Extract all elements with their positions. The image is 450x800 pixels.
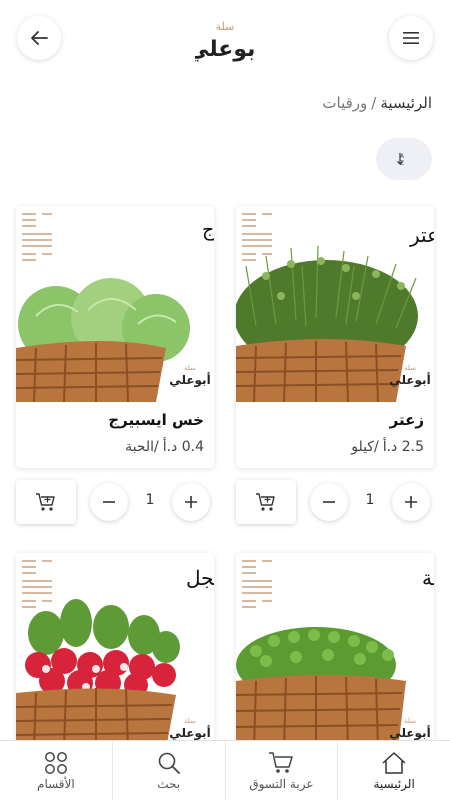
product-image: زعتر أبوعلي سلة (236, 206, 434, 402)
minus-icon (103, 501, 115, 503)
price-value: 2.5 د.أ (382, 439, 424, 455)
nav-cart[interactable]: عربة التسوق (224, 741, 338, 800)
breadcrumb-separator: / (371, 94, 377, 112)
home-icon (382, 751, 406, 774)
breadcrumb: الرئيسية / ورقيات (322, 94, 432, 112)
bottom-navigation: الرئيسية عربة التسوق بحث الأقسام (0, 740, 450, 800)
plus-icon (405, 496, 417, 508)
product-card[interactable]: زعتر أبوعلي سلة زعتر (236, 206, 434, 468)
svg-text:سلة: سلة (184, 717, 196, 725)
nav-home[interactable]: الرئيسية (337, 741, 450, 800)
product-image-label: فجل (186, 566, 214, 590)
nav-categories-label: الأقسام (37, 776, 75, 791)
product-name: زعتر (389, 411, 424, 429)
product-image: خس ايسبرج أبوعلي سلة (16, 206, 214, 402)
svg-text:أبوعلي: أبوعلي (389, 725, 430, 741)
product-image-label: خس ايسبرج (202, 219, 214, 241)
menu-button[interactable] (389, 16, 433, 60)
add-to-cart-button[interactable] (16, 480, 76, 524)
product-price: 0.4 د.أ /الحبة (125, 439, 204, 455)
sort-icon: A Z (397, 153, 405, 167)
nav-search[interactable]: بحث (111, 741, 225, 800)
price-value: 0.4 د.أ (162, 439, 204, 455)
svg-text:سلة: سلة (184, 364, 196, 372)
svg-text:أبوعلي: أبوعلي (389, 372, 430, 388)
increase-button[interactable] (172, 483, 210, 521)
quantity-controls: 1 (236, 480, 434, 524)
svg-text:أبوعلي: أبوعلي (195, 33, 255, 62)
quantity-value: 1 (145, 492, 155, 508)
grid-icon (44, 751, 67, 774)
quantity-controls: 1 (16, 480, 214, 524)
cart-plus-icon (36, 493, 55, 511)
nav-search-label: بحث (157, 776, 181, 791)
price-unit: /الحبة (125, 439, 159, 455)
product-card[interactable]: خس ايسبرج أبوعلي سلة خس ايسبيرج 0.4 د.أ … (16, 206, 214, 468)
add-to-cart-button[interactable] (236, 480, 296, 524)
minus-icon (323, 501, 335, 503)
increase-button[interactable] (392, 483, 430, 521)
app-header: سلة أبوعلي (0, 0, 450, 80)
product-price: 2.5 د.أ /كيلو (351, 439, 424, 455)
product-name: خس ايسبيرج (108, 411, 204, 429)
back-button[interactable] (17, 16, 61, 60)
svg-text:سلة: سلة (404, 364, 416, 372)
quantity-value: 1 (365, 492, 375, 508)
decrease-button[interactable] (90, 483, 128, 521)
svg-text:A: A (400, 153, 405, 160)
cart-plus-icon (256, 493, 275, 511)
svg-text:سلة: سلة (216, 20, 235, 33)
nav-home-label: الرئيسية (373, 776, 415, 791)
nav-cart-label: عربة التسوق (249, 776, 314, 791)
price-unit: /كيلو (351, 439, 379, 455)
breadcrumb-home[interactable]: الرئيسية (380, 94, 432, 112)
menu-icon (403, 32, 419, 44)
arrow-left-icon (31, 31, 48, 45)
product-image: بـقلة أبوعلي سلة (236, 553, 434, 749)
product-image-label: زعتر (409, 223, 434, 247)
sort-button[interactable]: A Z (376, 138, 432, 180)
plus-icon (185, 496, 197, 508)
svg-text:أبوعلي: أبوعلي (169, 372, 210, 388)
brand-logo: سلة أبوعلي (187, 14, 263, 64)
svg-text:Z: Z (400, 160, 404, 167)
cart-icon (269, 751, 294, 773)
svg-text:أبوعلي: أبوعلي (169, 725, 210, 741)
breadcrumb-current: ورقيات (322, 94, 368, 112)
svg-text:سلة: سلة (404, 717, 416, 725)
nav-categories[interactable]: الأقسام (0, 741, 112, 800)
product-image-label: بـقلة (422, 566, 434, 590)
decrease-button[interactable] (310, 483, 348, 521)
search-icon (158, 752, 180, 774)
product-image: فجل أبوعلي سلة (16, 553, 214, 749)
